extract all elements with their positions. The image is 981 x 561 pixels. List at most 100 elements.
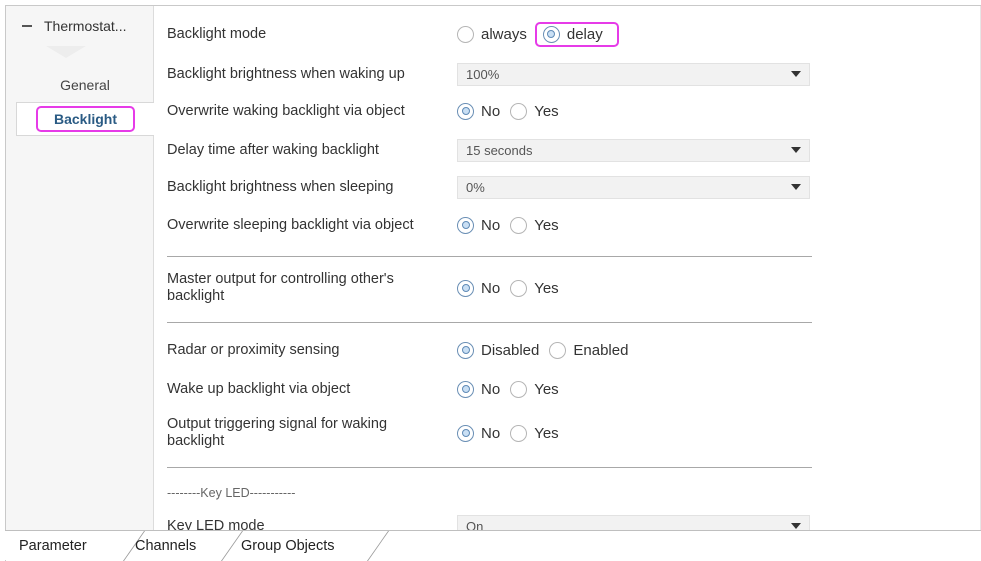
radio-no-label: No xyxy=(481,380,501,398)
master-output-label: Master output for controlling other's ba… xyxy=(167,271,394,304)
dropdown-arrow-icon xyxy=(791,523,801,529)
row-sleeping-brightness: Backlight brightness when sleeping 0% xyxy=(167,175,827,199)
radio-delay-label: delay xyxy=(566,25,603,43)
row-radar: Radar or proximity sensing Disabled Enab… xyxy=(167,337,827,363)
row-overwrite-waking: Overwrite waking backlight via object No… xyxy=(167,98,827,124)
tree-item-general[interactable]: General xyxy=(16,68,154,102)
row-overwrite-sleeping: Overwrite sleeping backlight via object … xyxy=(167,212,827,238)
waking-brightness-select[interactable]: 100% xyxy=(457,62,810,86)
radio-disabled-label: Disabled xyxy=(481,341,540,359)
delay-time-label: Delay time after waking backlight xyxy=(167,141,379,158)
tree-item-backlight-label: Backlight xyxy=(35,106,135,132)
radio-checked-icon xyxy=(457,216,474,234)
radio-delay[interactable]: delay xyxy=(534,21,619,47)
collapse-icon[interactable] xyxy=(22,25,32,27)
sleeping-brightness-value: 0% xyxy=(466,179,485,195)
row-output-trigger: Output triggering signal for waking back… xyxy=(167,413,827,453)
separator-line xyxy=(167,322,812,323)
radio-circle-icon xyxy=(510,102,528,120)
waking-brightness-value: 100% xyxy=(466,66,500,82)
radio-wake-no[interactable]: No xyxy=(457,380,501,398)
row-key-led-mode: Key LED mode On xyxy=(167,514,827,530)
radio-overwrite-waking-no[interactable]: No xyxy=(457,102,501,120)
separator-line xyxy=(167,256,812,257)
radio-circle-icon xyxy=(510,216,528,234)
radio-wake-yes[interactable]: Yes xyxy=(510,380,559,398)
dropdown-arrow-icon xyxy=(791,147,801,153)
radio-no-label: No xyxy=(481,279,501,297)
tree-root-label: Thermostat... xyxy=(44,18,127,34)
bottom-tab-bar: Parameter Channels Group Objects xyxy=(5,530,981,561)
sleeping-brightness-select[interactable]: 0% xyxy=(457,175,810,199)
tree-root-thermostat[interactable]: Thermostat... xyxy=(6,6,154,46)
radio-yes-label: Yes xyxy=(534,216,559,234)
radio-master-output-yes[interactable]: Yes xyxy=(510,279,559,297)
row-key-led-heading: --------Key LED----------- xyxy=(167,483,827,503)
radio-enabled-label: Enabled xyxy=(573,341,629,359)
radio-always[interactable]: always xyxy=(457,25,527,43)
tree-item-general-label: General xyxy=(60,77,110,93)
delay-time-value: 15 seconds xyxy=(466,142,533,158)
tab-group-objects[interactable]: Group Objects xyxy=(241,531,335,561)
tab-parameter-label: Parameter xyxy=(19,538,87,554)
key-led-mode-value: On xyxy=(466,518,484,531)
radio-yes-label: Yes xyxy=(534,102,559,120)
radar-label: Radar or proximity sensing xyxy=(167,341,340,358)
dropdown-arrow-icon xyxy=(791,184,801,190)
radio-checked-icon xyxy=(457,380,474,398)
row-waking-brightness: Backlight brightness when waking up 100% xyxy=(167,62,827,86)
separator-line xyxy=(167,467,812,468)
row-wake-via-object: Wake up backlight via object No Yes xyxy=(167,376,827,402)
delay-time-select[interactable]: 15 seconds xyxy=(457,138,810,162)
radio-overwrite-waking-yes[interactable]: Yes xyxy=(510,102,559,120)
radio-always-label: always xyxy=(481,25,527,43)
radio-checked-icon xyxy=(457,279,474,297)
backlight-mode-label: Backlight mode xyxy=(167,25,267,42)
tab-channels[interactable]: Channels xyxy=(135,531,196,561)
parameter-content: Backlight mode always delay Backlight br… xyxy=(155,6,981,530)
tab-separator xyxy=(221,531,244,561)
parameter-tree: Thermostat... General Backlight xyxy=(6,6,154,530)
tab-separator xyxy=(367,531,390,561)
radio-no-label: No xyxy=(481,102,501,120)
row-master-output: Master output for controlling other's ba… xyxy=(167,268,827,308)
radio-checked-icon xyxy=(457,102,474,120)
key-led-heading: --------Key LED----------- xyxy=(167,486,296,500)
radio-radar-disabled[interactable]: Disabled xyxy=(457,341,540,359)
radio-circle-icon xyxy=(457,25,474,43)
tab-channels-label: Channels xyxy=(135,538,197,554)
radio-yes-label: Yes xyxy=(534,279,559,297)
overwrite-waking-label: Overwrite waking backlight via object xyxy=(167,102,405,119)
radio-circle-icon xyxy=(510,279,528,297)
waking-brightness-label: Backlight brightness when waking up xyxy=(167,65,405,82)
wake-via-object-label: Wake up backlight via object xyxy=(167,380,351,397)
radio-master-output-no[interactable]: No xyxy=(457,279,501,297)
overwrite-sleeping-label: Overwrite sleeping backlight via object xyxy=(167,216,414,233)
row-delay-time: Delay time after waking backlight 15 sec… xyxy=(167,138,827,162)
key-led-mode-label: Key LED mode xyxy=(167,517,265,531)
radio-checked-icon xyxy=(542,25,560,43)
radio-checked-icon xyxy=(457,341,474,359)
radio-no-label: No xyxy=(481,424,501,442)
radio-radar-enabled[interactable]: Enabled xyxy=(549,341,629,359)
radio-trigger-no[interactable]: No xyxy=(457,424,501,442)
tree-divider-notch xyxy=(46,46,86,58)
radio-yes-label: Yes xyxy=(534,380,559,398)
tree-item-backlight[interactable]: Backlight xyxy=(16,102,154,136)
tab-group-objects-label: Group Objects xyxy=(241,538,335,554)
output-trigger-label: Output triggering signal for waking back… xyxy=(167,416,388,449)
sleeping-brightness-label: Backlight brightness when sleeping xyxy=(167,178,394,195)
tab-parameter[interactable]: Parameter xyxy=(19,531,87,561)
radio-checked-icon xyxy=(457,424,474,442)
dropdown-arrow-icon xyxy=(791,71,801,77)
radio-trigger-yes[interactable]: Yes xyxy=(510,424,559,442)
radio-circle-icon xyxy=(510,380,528,398)
radio-yes-label: Yes xyxy=(534,424,559,442)
radio-circle-icon xyxy=(510,424,528,442)
radio-no-label: No xyxy=(481,216,501,234)
row-backlight-mode: Backlight mode always delay xyxy=(167,21,827,47)
radio-circle-icon xyxy=(549,341,567,359)
radio-overwrite-sleeping-no[interactable]: No xyxy=(457,216,501,234)
key-led-mode-select[interactable]: On xyxy=(457,514,810,531)
radio-overwrite-sleeping-yes[interactable]: Yes xyxy=(510,216,559,234)
